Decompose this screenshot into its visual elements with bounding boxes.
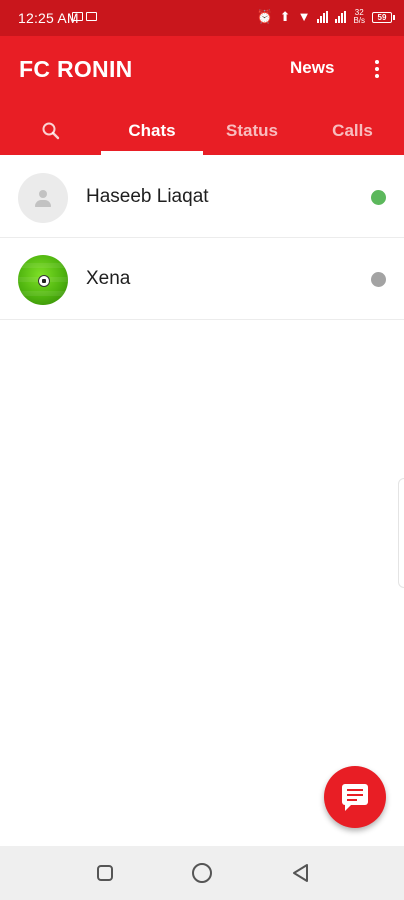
app-bar: FC RONIN News Chats Status Calls bbox=[0, 36, 404, 155]
new-chat-button[interactable] bbox=[324, 766, 386, 828]
new-chat-icon bbox=[342, 784, 368, 811]
tab-chats[interactable]: Chats bbox=[101, 106, 203, 155]
online-status-dot bbox=[371, 190, 386, 205]
system-nav-bar bbox=[0, 846, 404, 900]
chat-name: Haseeb Liaqat bbox=[86, 186, 209, 207]
screen-cast-icon bbox=[72, 12, 83, 21]
status-time: 12:25 AM bbox=[18, 10, 79, 26]
battery-icon: 59 bbox=[372, 11, 395, 23]
chat-row-xena[interactable]: Xena bbox=[0, 238, 404, 320]
wifi-icon: ▼ bbox=[297, 9, 311, 24]
system-icons: ⏰ ⬆ ▼ 32 B/s 59 bbox=[256, 9, 395, 25]
more-vertical-icon[interactable] bbox=[368, 54, 386, 84]
triangle-back-icon[interactable] bbox=[290, 862, 312, 884]
tab-search[interactable] bbox=[0, 106, 101, 155]
laptop-icon bbox=[86, 12, 97, 21]
tab-bar: Chats Status Calls bbox=[0, 106, 404, 155]
alarm-icon: ⏰ bbox=[256, 9, 273, 24]
tab-indicator bbox=[101, 151, 203, 155]
square-icon[interactable] bbox=[94, 862, 116, 884]
soccer-ball-icon bbox=[18, 255, 68, 305]
news-button[interactable]: News bbox=[290, 58, 334, 78]
edge-panel-handle[interactable] bbox=[398, 478, 404, 588]
status-bar: 12:25 AM ⏰ ⬆ ▼ 32 B/s 59 bbox=[0, 0, 404, 36]
signal-icon-2 bbox=[335, 11, 347, 23]
network-speed: 32 B/s bbox=[353, 9, 365, 25]
chat-list: Haseeb Liaqat Xena bbox=[0, 156, 404, 320]
signal-icon bbox=[317, 11, 329, 23]
default-person-icon bbox=[18, 173, 68, 223]
chat-name: Xena bbox=[86, 268, 131, 289]
network-speed-unit: B/s bbox=[353, 16, 365, 25]
chat-row-haseeb-liaqat[interactable]: Haseeb Liaqat bbox=[0, 156, 404, 238]
circle-icon[interactable] bbox=[191, 862, 213, 884]
notification-icons bbox=[72, 12, 97, 21]
app-title: FC RONIN bbox=[19, 56, 133, 82]
data-saver-icon: ⬆ bbox=[279, 9, 291, 24]
offline-status-dot bbox=[371, 272, 386, 287]
battery-level: 59 bbox=[377, 12, 387, 22]
tab-status[interactable]: Status bbox=[203, 106, 301, 155]
tab-calls[interactable]: Calls bbox=[301, 106, 404, 155]
search-icon bbox=[42, 122, 59, 139]
